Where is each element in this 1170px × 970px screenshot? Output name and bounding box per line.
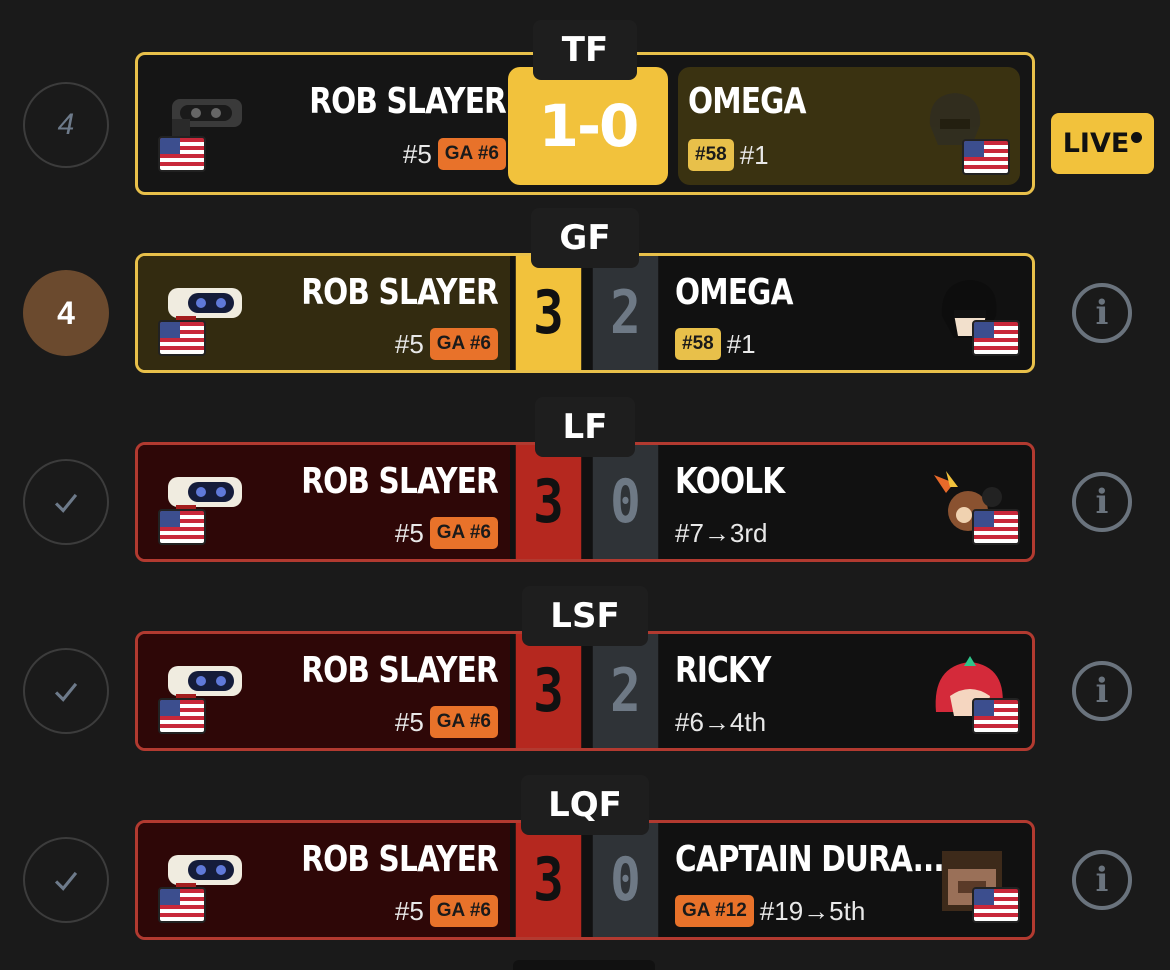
- player1-name: ROB SLAYER: [309, 81, 507, 122]
- player1-seeds: #5 GA #6: [395, 895, 498, 927]
- player2-seed: #19→5th: [759, 895, 866, 926]
- player1-score: 3: [515, 823, 582, 937]
- check-icon: [23, 459, 109, 545]
- round-label: LSF: [522, 586, 648, 646]
- info-icon[interactable]: i: [1072, 661, 1132, 721]
- player1-panel: ROB SLAYER #5 GA #6: [138, 256, 510, 370]
- player1-badge: GA #6: [429, 517, 498, 549]
- player1-name: ROB SLAYER: [301, 461, 499, 502]
- player2-panel: OMEGA #58 #1: [678, 67, 1020, 185]
- us-flag-icon: [158, 887, 206, 923]
- us-flag-icon: [158, 136, 206, 172]
- match-row-lf: LF ROB SLAYER #5 GA #6 3 0 KOOLK #7→3rd: [0, 397, 1170, 562]
- us-flag-icon: [158, 320, 206, 356]
- player2-seed: #1: [726, 328, 756, 359]
- player1-badge: GA #6: [429, 895, 498, 927]
- next-round-tag: [513, 960, 655, 970]
- match-card[interactable]: ROB SLAYER #5 GA #6 3 0 KOOLK #7→3rd: [135, 442, 1035, 562]
- player2-score: 0: [592, 445, 659, 559]
- round-label: LF: [535, 397, 635, 457]
- player1-name: ROB SLAYER: [301, 650, 499, 691]
- player2-name: KOOLK: [675, 461, 785, 502]
- player2-panel: KOOLK #7→3rd: [665, 445, 1032, 559]
- player1-score: 3: [515, 256, 582, 370]
- info-icon[interactable]: i: [1072, 472, 1132, 532]
- player1-seeds: #5 GA #6: [395, 328, 498, 360]
- player1-score: 3: [515, 445, 582, 559]
- us-flag-icon: [972, 509, 1020, 545]
- player2-seed: #7→3rd: [675, 518, 768, 548]
- live-dot-icon: [1131, 132, 1143, 143]
- match-card[interactable]: ROB SLAYER #5 GA #6 3 2 OMEGA #58 #1: [135, 253, 1035, 373]
- player1-panel: ROB SLAYER #5 GA #6: [138, 634, 510, 748]
- player2-panel: RICKY #6→4th: [665, 634, 1032, 748]
- match-status-circle: 4: [23, 82, 109, 168]
- player1-seeds: #5 GA #6: [395, 517, 498, 549]
- info-icon[interactable]: i: [1072, 283, 1132, 343]
- player2-seeds: GA #12 #19→5th: [675, 895, 865, 927]
- player2-panel: CAPTAIN DURA... GA #12 #19→5th: [665, 823, 1032, 937]
- player1-badge: GA #6: [437, 138, 506, 170]
- player2-badge: #58: [688, 139, 734, 171]
- us-flag-icon: [972, 698, 1020, 734]
- us-flag-icon: [962, 139, 1010, 175]
- live-badge[interactable]: LIVE: [1051, 113, 1154, 174]
- player1-badge: GA #6: [429, 706, 498, 738]
- player1-seed: #5: [394, 517, 424, 548]
- player1-seeds: #5 GA #6: [395, 706, 498, 738]
- check-icon: [23, 837, 109, 923]
- player2-name: CAPTAIN DURA...: [675, 839, 945, 880]
- match-status-circle: 4: [23, 270, 109, 356]
- live-score: 1-0: [508, 67, 668, 185]
- player2-score: 2: [592, 256, 659, 370]
- us-flag-icon: [972, 887, 1020, 923]
- player1-panel: ROB SLAYER #5 GA #6: [138, 55, 510, 192]
- player2-seed: #6→4th: [675, 707, 767, 737]
- info-icon[interactable]: i: [1072, 850, 1132, 910]
- player1-panel: ROB SLAYER #5 GA #6: [138, 445, 510, 559]
- player2-seed: #1: [739, 139, 769, 170]
- player2-seeds: #7→3rd: [675, 518, 768, 549]
- player1-panel: ROB SLAYER #5 GA #6: [138, 823, 510, 937]
- player2-seeds: #58 #1: [675, 328, 756, 360]
- live-label: LIVE: [1062, 128, 1130, 159]
- player1-score: 3: [515, 634, 582, 748]
- round-label: TF: [533, 20, 637, 80]
- us-flag-icon: [158, 509, 206, 545]
- player2-name: RICKY: [675, 650, 771, 691]
- player2-badge: GA #12: [675, 895, 754, 927]
- player1-badge: GA #6: [429, 328, 498, 360]
- player2-score: 0: [592, 823, 659, 937]
- player2-seeds: #6→4th: [675, 707, 766, 738]
- player1-name: ROB SLAYER: [301, 839, 499, 880]
- player2-badge: #58: [675, 328, 721, 360]
- round-label: LQF: [521, 775, 649, 835]
- player1-seed: #5: [394, 895, 424, 926]
- match-row-lsf: LSF ROB SLAYER #5 GA #6 3 2 RICKY #6→4th: [0, 586, 1170, 751]
- player1-seed: #5: [394, 706, 424, 737]
- player2-name: OMEGA: [675, 272, 793, 313]
- match-card[interactable]: ROB SLAYER #5 GA #6 3 0 CAPTAIN DURA... …: [135, 820, 1035, 940]
- us-flag-icon: [158, 698, 206, 734]
- match-card[interactable]: ROB SLAYER #5 GA #6 3 2 RICKY #6→4th: [135, 631, 1035, 751]
- player2-score: 2: [592, 634, 659, 748]
- player1-name: ROB SLAYER: [301, 272, 499, 313]
- player1-seeds: #5 GA #6: [403, 138, 506, 170]
- player1-seed: #5: [402, 138, 432, 169]
- match-row-gf: GF 4 ROB SLAYER #5 GA #6 3 2 OMEGA #58 #…: [0, 208, 1170, 373]
- check-icon: [23, 648, 109, 734]
- match-row-tf: TF 4 ROB SLAYER #5 GA #6 1-0 OMEGA #58 #…: [0, 20, 1170, 195]
- player2-panel: OMEGA #58 #1: [665, 256, 1032, 370]
- player1-seed: #5: [394, 328, 424, 359]
- player2-seeds: #58 #1: [688, 139, 769, 171]
- match-row-lqf: LQF ROB SLAYER #5 GA #6 3 0 CAPTAIN DURA…: [0, 775, 1170, 940]
- player2-name: OMEGA: [688, 81, 806, 122]
- us-flag-icon: [972, 320, 1020, 356]
- round-label: GF: [531, 208, 639, 268]
